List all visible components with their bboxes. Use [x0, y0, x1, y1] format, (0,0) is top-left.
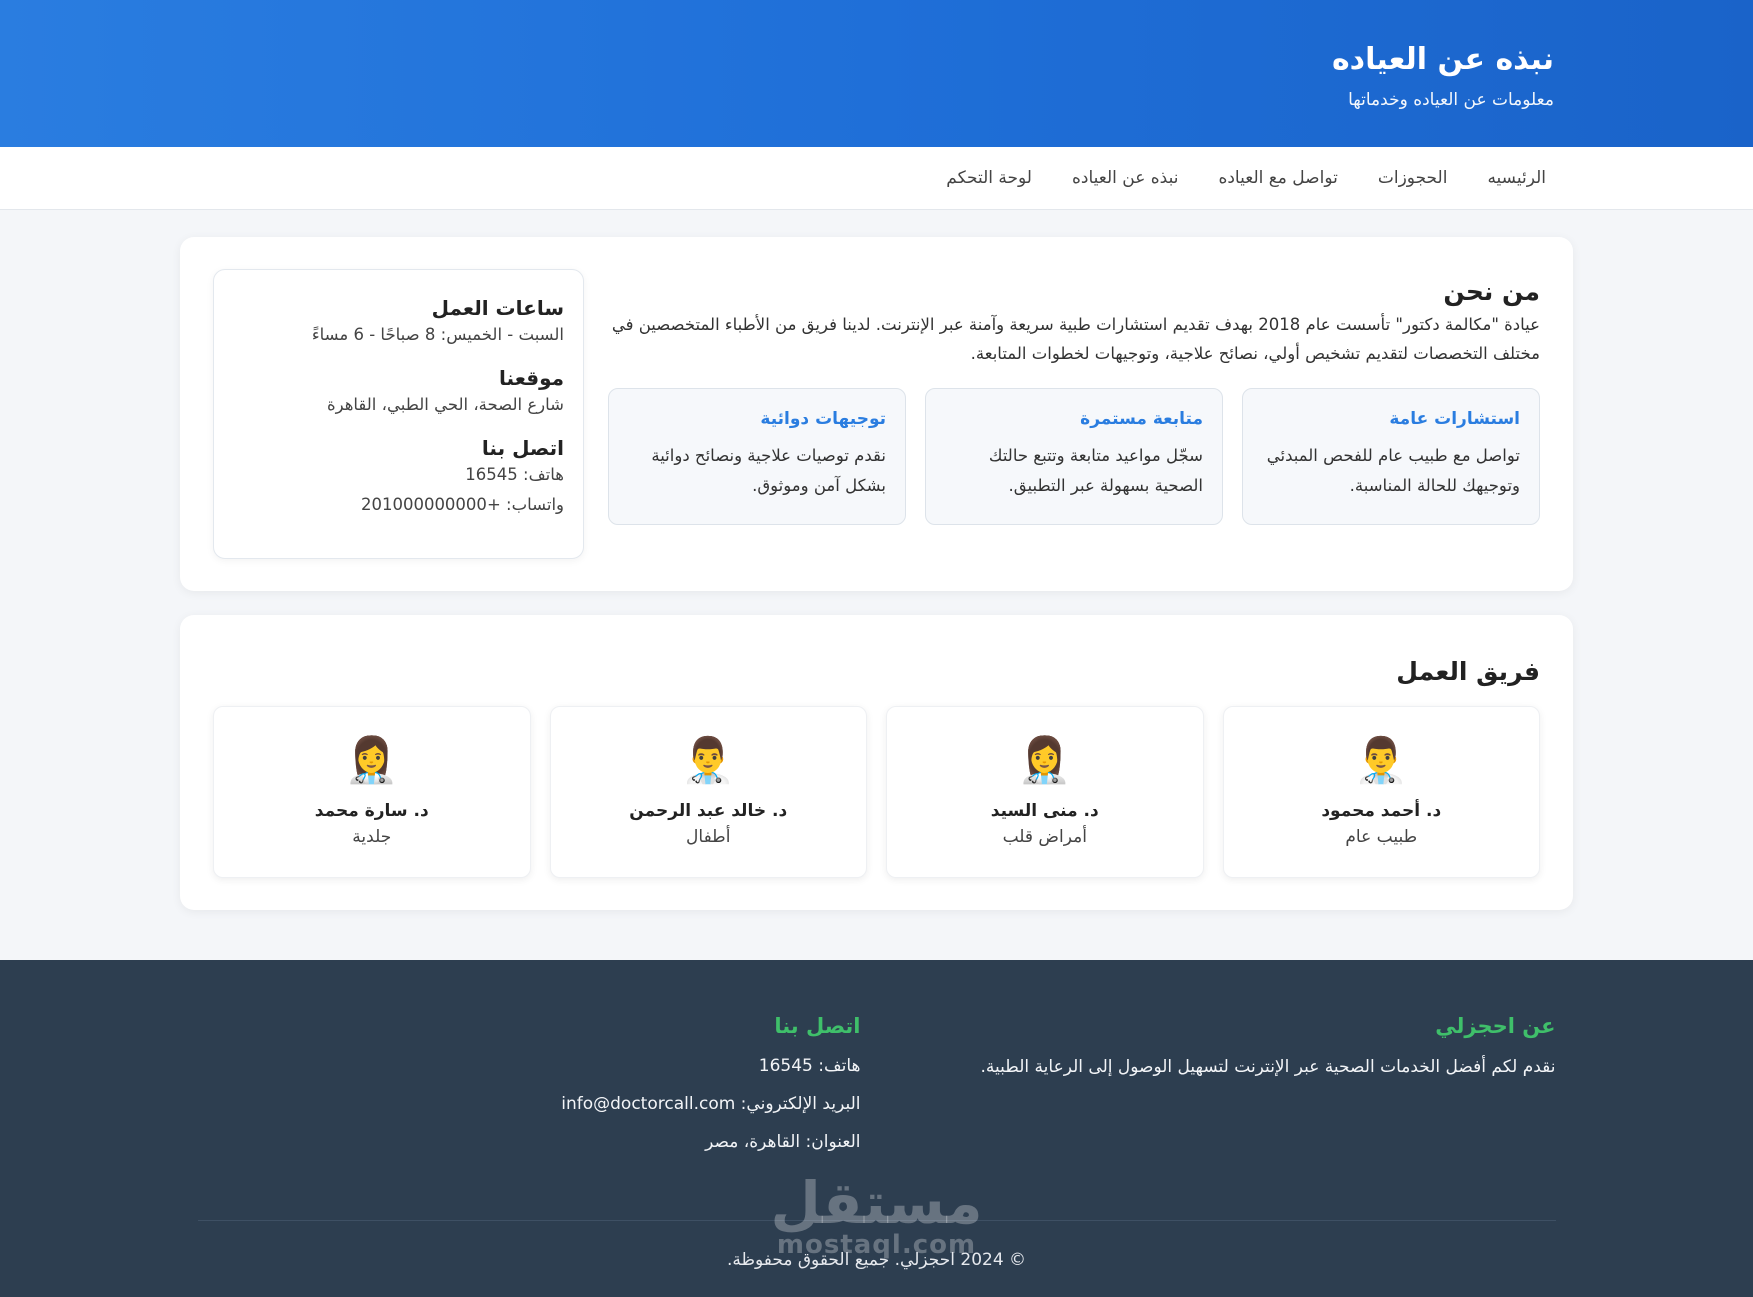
service-title: توجيهات دوائية	[760, 409, 886, 429]
page-footer: عن احجزلي نقدم لكم أفضل الخدمات الصحية ع…	[0, 960, 1753, 1297]
doctor-avatar-icon: 👩‍⚕️	[344, 735, 400, 786]
hours-text: السبت - الخميس: 8 صباحًا - 6 مساءً	[311, 325, 564, 344]
about-heading: من نحن	[1443, 277, 1540, 306]
doctor-avatar-icon: 👨‍⚕️	[680, 735, 736, 786]
main-content: من نحن عيادة "مكالمة دكتور" تأسست عام 20…	[180, 210, 1573, 910]
watermark-arabic: مستقل	[770, 1169, 983, 1237]
member-specialty: طبيب عام	[1345, 827, 1418, 847]
footer-phone: هاتف: 16545	[758, 1056, 861, 1076]
team-member-card: 👨‍⚕️ د. خالد عبد الرحمن أطفال	[549, 706, 867, 878]
member-specialty: أطفال	[686, 827, 731, 847]
service-text: سجّل مواعيد متابعة وتتبع حالتك الصحية بس…	[988, 446, 1203, 495]
clinic-info-box: ساعات العمل السبت - الخميس: 8 صباحًا - 6…	[213, 269, 584, 559]
page-subtitle: معلومات عن العياده وخدماتها	[1348, 90, 1554, 110]
hours-heading: ساعات العمل	[431, 296, 564, 320]
main-nav: الرئيسيه الحجوزات تواصل مع العياده نبذه …	[0, 147, 1753, 210]
footer-contact-heading: اتصل بنا	[774, 1014, 861, 1038]
team-member-card: 👩‍⚕️ د. سارة محمد جلدية	[213, 706, 531, 878]
footer-about-text: نقدم لكم أفضل الخدمات الصحية عبر الإنترن…	[980, 1057, 1556, 1077]
service-text: نقدم توصيات علاجية ونصائح دوائية بشكل آم…	[651, 446, 886, 495]
doctor-avatar-icon: 👨‍⚕️	[1353, 735, 1409, 786]
location-text: شارع الصحة، الحي الطبي، القاهرة	[326, 395, 564, 414]
contact-heading: اتصل بنا	[481, 436, 564, 460]
nav-item-dashboard[interactable]: لوحة التحكم	[946, 168, 1032, 188]
member-specialty: جلدية	[352, 827, 392, 847]
service-card-followup: متابعة مستمرة سجّل مواعيد متابعة وتتبع ح…	[925, 388, 1223, 525]
footer-copyright: © 2024 احجزلي. جميع الحقوق محفوظة.	[726, 1250, 1027, 1270]
nav-item-about-clinic[interactable]: نبذه عن العياده	[1072, 168, 1178, 188]
mostaql-watermark: مستقل mostaql.com	[198, 1169, 1556, 1258]
service-text: تواصل مع طبيب عام للفحص المبدئي وتوجيهك …	[1266, 446, 1520, 495]
team-member-card: 👨‍⚕️ د. أحمد محمود طبيب عام	[1222, 706, 1540, 878]
footer-email: البريد الإلكتروني: info@doctorcall.com	[561, 1094, 861, 1114]
team-heading: فريق العمل	[1396, 657, 1540, 686]
member-specialty: أمراض قلب	[1002, 827, 1087, 847]
footer-about: عن احجزلي نقدم لكم أفضل الخدمات الصحية ع…	[981, 1014, 1556, 1077]
footer-about-heading: عن احجزلي	[1435, 1014, 1556, 1038]
doctor-avatar-icon: 👩‍⚕️	[1017, 735, 1073, 786]
member-name: د. خالد عبد الرحمن	[629, 801, 788, 821]
member-name: د. أحمد محمود	[1321, 801, 1442, 821]
footer-address: العنوان: القاهرة، مصر	[705, 1132, 861, 1152]
team-grid: 👨‍⚕️ د. أحمد محمود طبيب عام 👩‍⚕️ د. منى …	[213, 706, 1540, 878]
about-section: من نحن عيادة "مكالمة دكتور" تأسست عام 20…	[608, 269, 1540, 559]
footer-contact: اتصل بنا هاتف: 16545 البريد الإلكتروني: …	[561, 1014, 860, 1152]
nav-item-home[interactable]: الرئيسيه	[1487, 168, 1546, 188]
about-card: من نحن عيادة "مكالمة دكتور" تأسست عام 20…	[180, 237, 1573, 591]
team-card: فريق العمل 👨‍⚕️ د. أحمد محمود طبيب عام 👩…	[180, 615, 1573, 910]
footer-divider	[197, 1220, 1556, 1221]
service-title: متابعة مستمرة	[1080, 409, 1203, 429]
service-title: استشارات عامة	[1389, 409, 1520, 429]
page-header: نبذه عن العياده معلومات عن العياده وخدما…	[0, 0, 1753, 147]
nav-item-bookings[interactable]: الحجوزات	[1378, 168, 1448, 188]
member-name: د. سارة محمد	[314, 801, 429, 821]
location-heading: موقعنا	[499, 366, 564, 390]
services-list: استشارات عامة تواصل مع طبيب عام للفحص ال…	[608, 388, 1540, 525]
page-title: نبذه عن العياده	[1331, 42, 1554, 77]
phone-text: هاتف: 16545	[465, 465, 564, 484]
member-name: د. منى السيد	[990, 801, 1099, 821]
service-card-general: استشارات عامة تواصل مع طبيب عام للفحص ال…	[1242, 388, 1540, 525]
service-card-medication: توجيهات دوائية نقدم توصيات علاجية ونصائح…	[608, 388, 906, 525]
nav-item-contact-clinic[interactable]: تواصل مع العياده	[1218, 168, 1337, 188]
about-description: عيادة "مكالمة دكتور" تأسست عام 2018 بهدف…	[611, 315, 1540, 363]
whatsapp-text: واتساب: +201000000000	[360, 495, 564, 514]
team-member-card: 👩‍⚕️ د. منى السيد أمراض قلب	[886, 706, 1204, 878]
